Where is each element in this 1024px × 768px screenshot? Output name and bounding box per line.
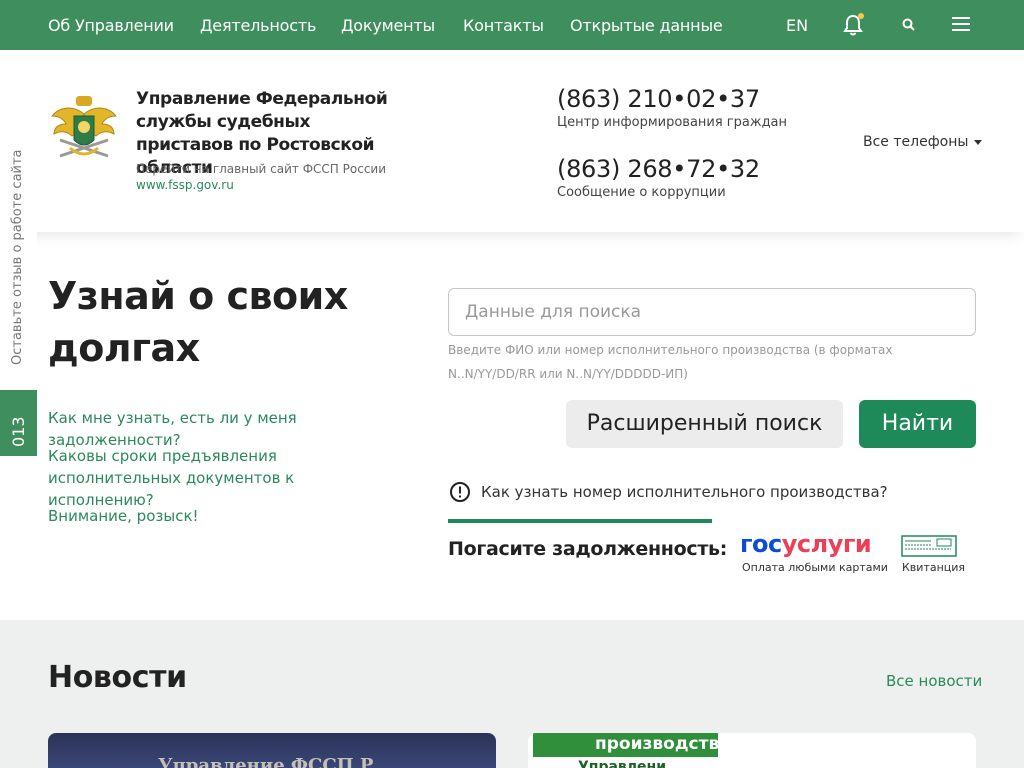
section-divider xyxy=(448,519,712,523)
news-card-2-banner: производств xyxy=(533,733,719,757)
side-code-label: 013 xyxy=(9,416,28,447)
feedback-label: Оставьте отзыв о работе сайта xyxy=(10,149,25,365)
caret-down-icon xyxy=(974,139,983,145)
phone-info-center-caption: Центр информирования граждан xyxy=(557,115,788,130)
side-code-tab[interactable]: 013 xyxy=(0,390,37,456)
goto-main-site-text: Перейти на главный сайт ФССП России xyxy=(136,162,387,176)
faq-link-wanted[interactable]: Внимание, розыск! xyxy=(48,505,428,527)
nav-item-open-data[interactable]: Открытые данные xyxy=(570,16,723,35)
all-news-link[interactable]: Все новости xyxy=(886,672,982,690)
receipt-icon[interactable] xyxy=(901,535,957,557)
search-hint: Введите ФИО или номер исполнительного пр… xyxy=(448,343,893,381)
pay-debt-label: Погасите задолженность: xyxy=(448,538,728,560)
news-card-1-image-text: Управление ФССП Р... xyxy=(158,755,393,768)
feedback-side-tab[interactable]: Оставьте отзыв о работе сайта xyxy=(0,149,37,368)
gosuslugi-logo[interactable]: госуслуги xyxy=(740,530,872,558)
find-button[interactable]: Найти xyxy=(859,400,976,448)
debt-section-title: Узнай о своих долгах xyxy=(48,274,348,370)
faq-link-deadlines[interactable]: Каковы сроки предъявления исполнительных… xyxy=(48,445,398,511)
search-icon[interactable] xyxy=(901,17,917,33)
phone-corruption-caption: Сообщение о коррупции xyxy=(557,185,726,200)
nav-item-about[interactable]: Об Управлении xyxy=(48,16,174,35)
news-card-1[interactable]: Управление ФССП Р... xyxy=(48,733,496,768)
top-nav: Об Управлении Деятельность Документы Кон… xyxy=(0,0,1024,50)
receipt-caption: Квитанция xyxy=(902,561,966,574)
debt-search-input[interactable] xyxy=(448,288,976,336)
all-phones-dropdown[interactable]: Все телефоны xyxy=(863,134,983,150)
nav-item-contacts[interactable]: Контакты xyxy=(463,16,544,35)
fssp-emblem-icon[interactable] xyxy=(50,94,118,166)
how-to-find-case-number-link[interactable]: Как узнать номер исполнительного произво… xyxy=(481,483,888,501)
phone-info-center[interactable]: (863) 210•02•37 xyxy=(557,85,760,113)
notification-dot xyxy=(858,13,864,19)
news-card-2-image-text: Управлени... xyxy=(578,759,682,768)
nav-item-documents[interactable]: Документы xyxy=(341,16,435,35)
hamburger-menu-icon[interactable] xyxy=(950,15,972,33)
all-phones-label: Все телефоны xyxy=(863,134,969,150)
phone-corruption[interactable]: (863) 268•72•32 xyxy=(557,155,760,183)
news-card-2[interactable]: производств Управлени... xyxy=(528,733,976,768)
advanced-search-button[interactable]: Расширенный поиск xyxy=(566,400,843,448)
news-title: Новости xyxy=(48,660,187,695)
exclamation-circle-icon xyxy=(450,482,470,502)
main-site-link[interactable]: www.fssp.gov.ru xyxy=(136,178,234,192)
language-switch[interactable]: EN xyxy=(786,16,808,35)
nav-item-activity[interactable]: Деятельность xyxy=(200,16,316,35)
gosuslugi-caption: Оплата любыми картами xyxy=(742,561,888,574)
